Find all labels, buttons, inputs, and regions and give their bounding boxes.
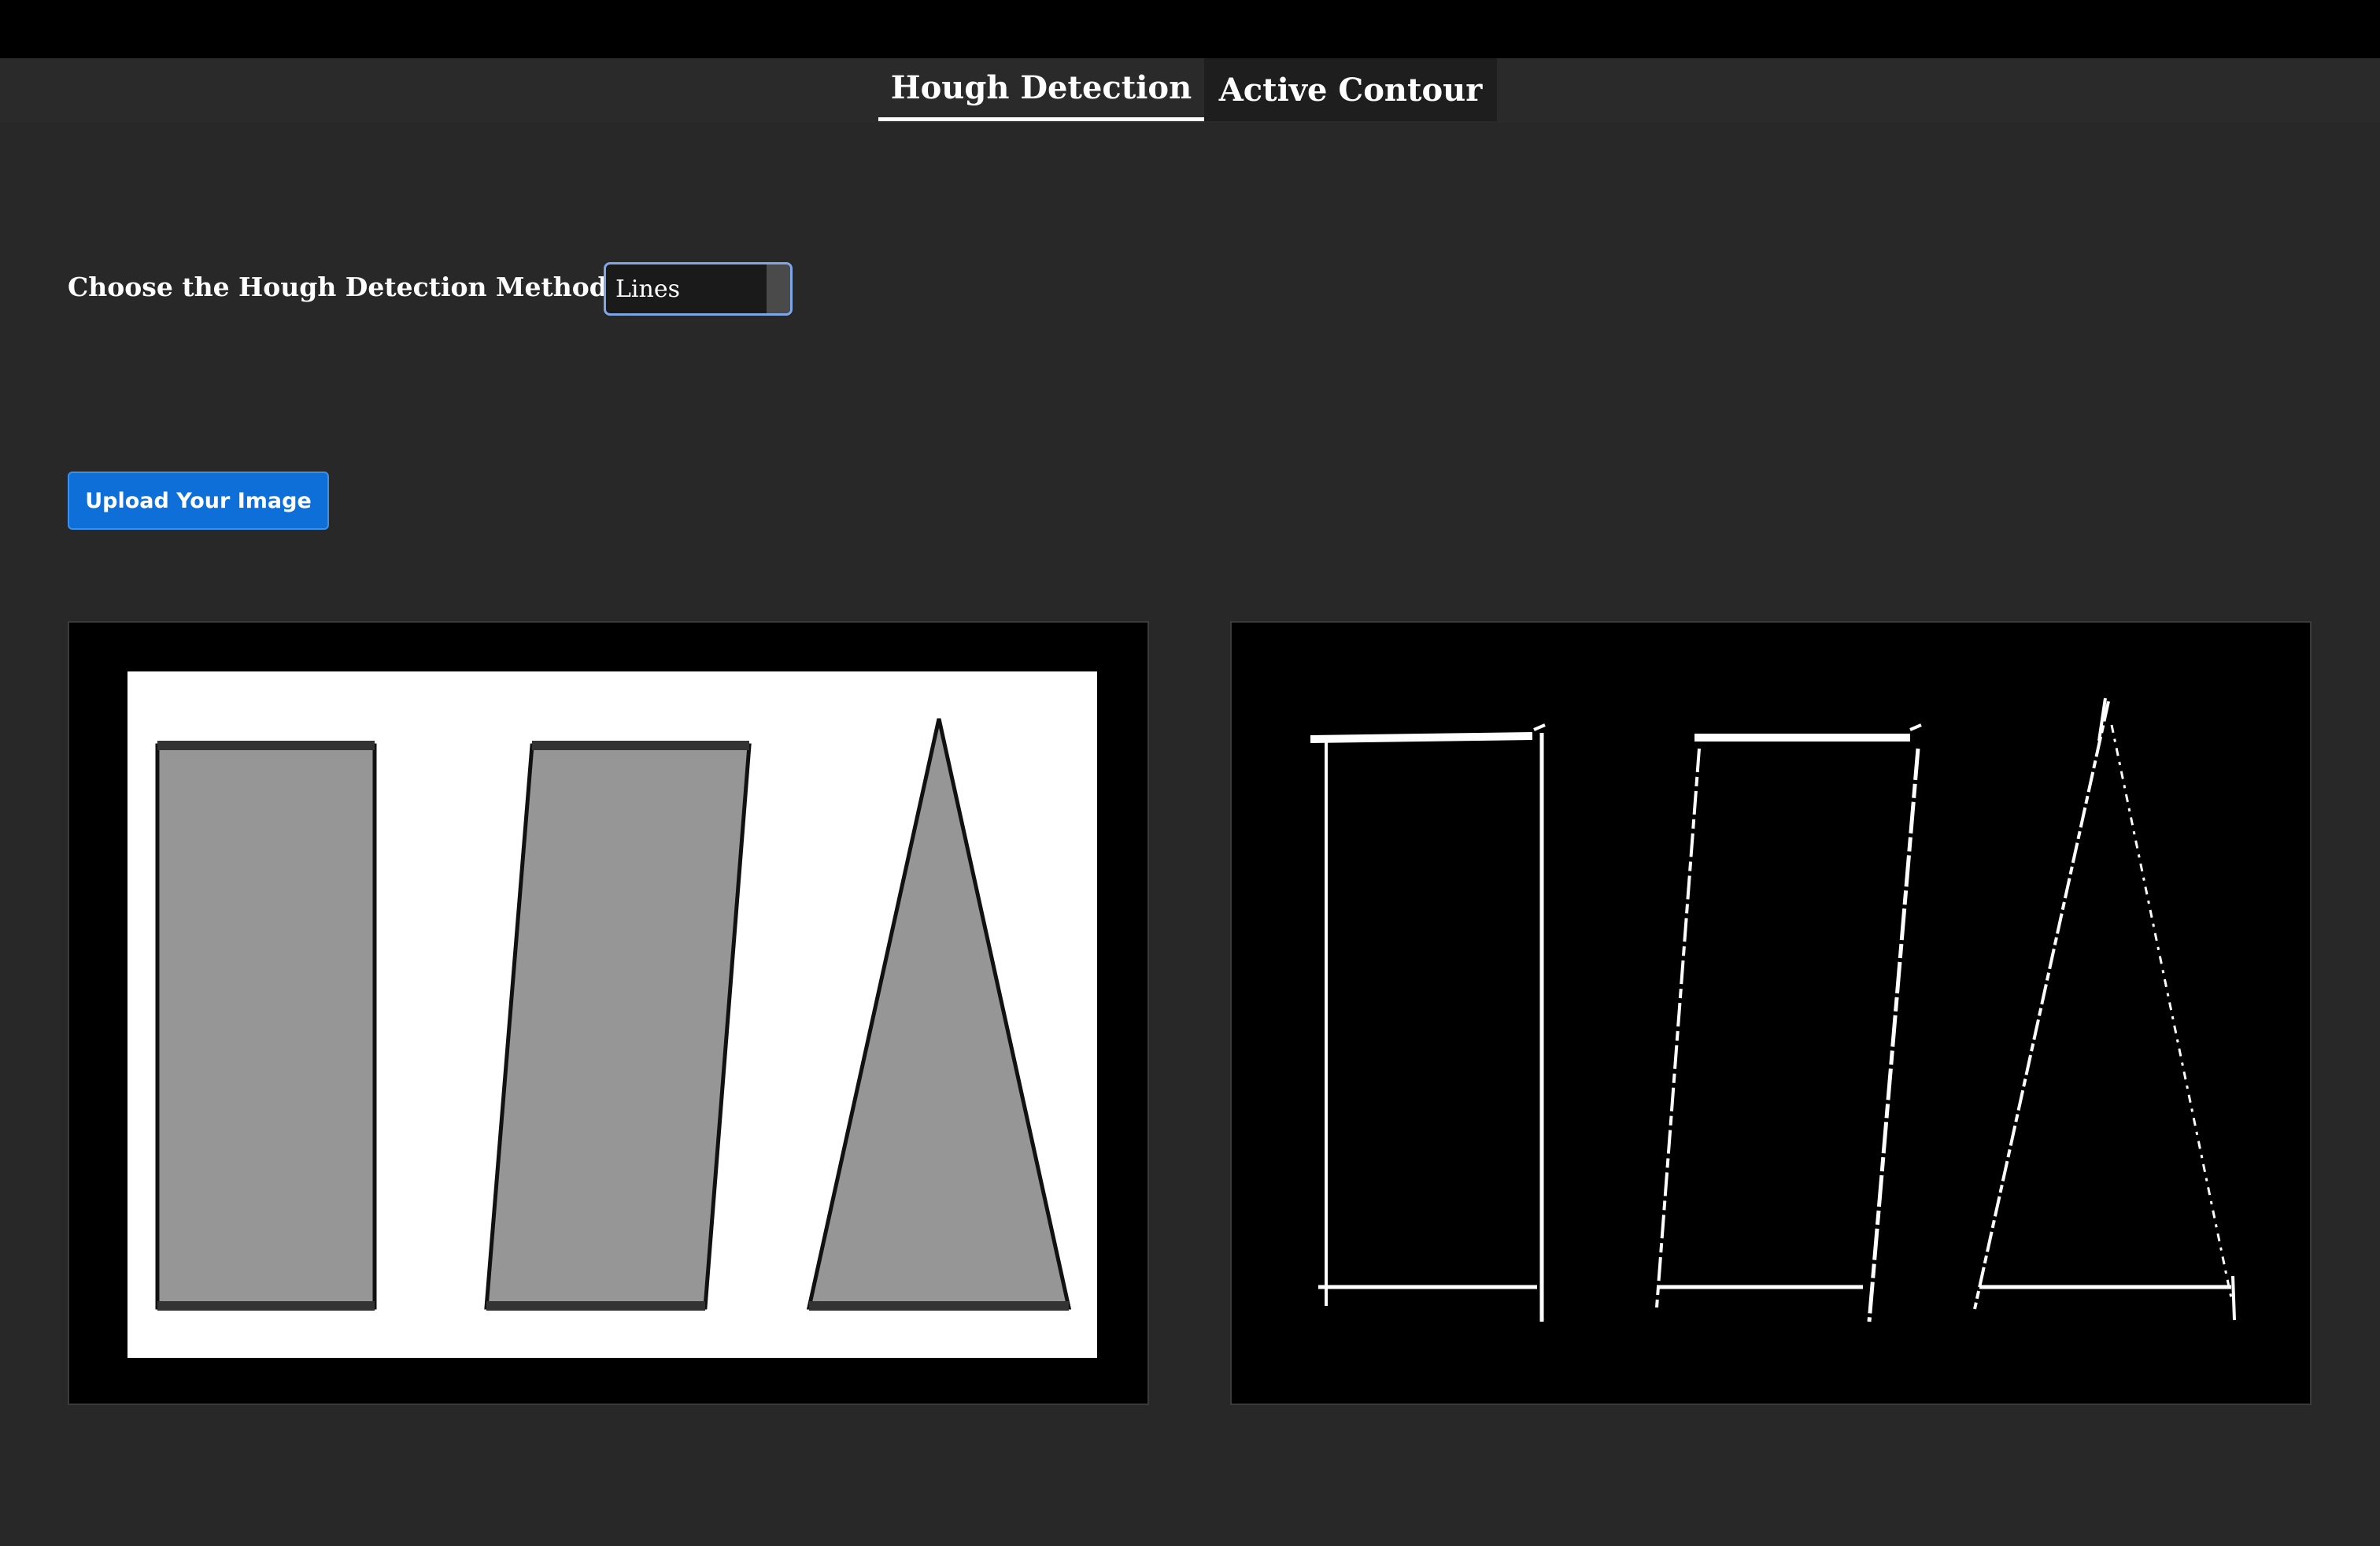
original-image [128, 671, 1097, 1358]
upload-image-button[interactable]: Upload Your Image [68, 472, 329, 530]
detected-lines-image [1310, 697, 2236, 1322]
tab-bar: Hough Detection Active Contour [878, 58, 1497, 121]
original-parallelogram [484, 743, 752, 1310]
detected-triangle [1973, 697, 2236, 1321]
original-rectangle [155, 743, 377, 1310]
detected-rectangle [1310, 723, 1546, 1322]
select-arrow-icon [767, 264, 790, 313]
detected-lines-panel [1230, 621, 2312, 1405]
tab-active-contour[interactable]: Active Contour [1204, 58, 1497, 121]
method-select-value: Lines [615, 275, 680, 303]
method-label: Choose the Hough Detection Method [68, 272, 608, 302]
window-top-bar [0, 0, 2380, 58]
tab-hough-detection[interactable]: Hough Detection [878, 58, 1204, 121]
detected-parallelogram [1655, 723, 1922, 1322]
original-image-panel [68, 621, 1149, 1405]
method-select[interactable]: Lines [604, 262, 793, 316]
